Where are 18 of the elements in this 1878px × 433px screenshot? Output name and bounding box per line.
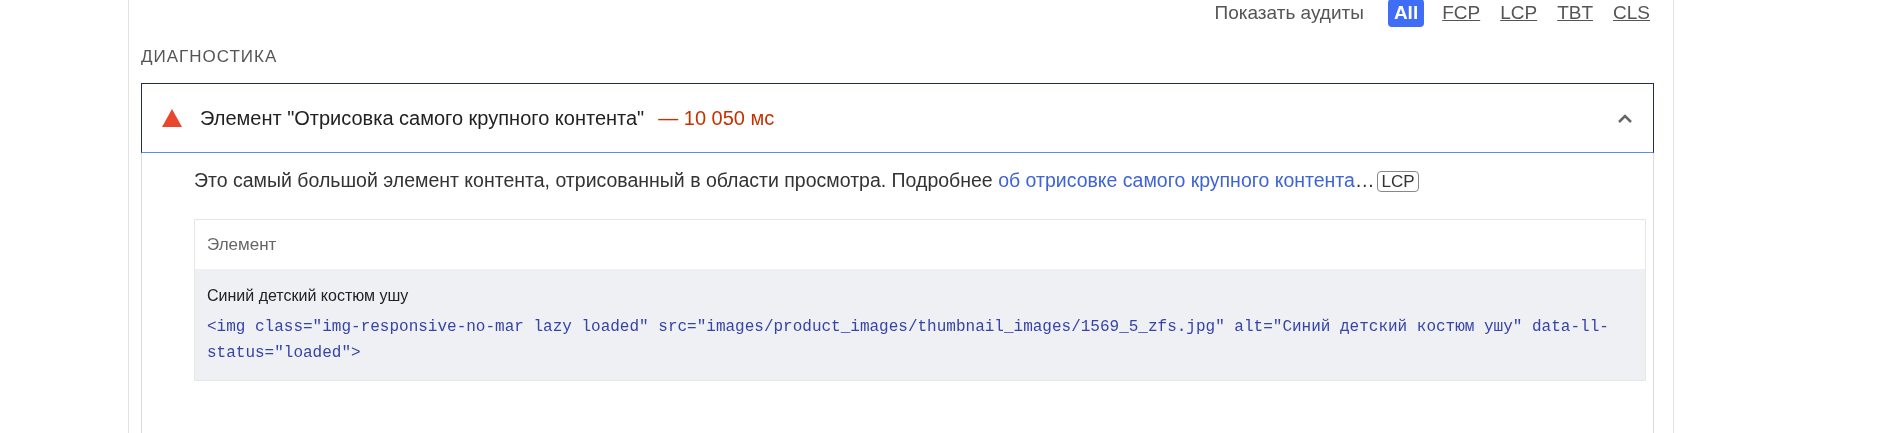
element-label: Синий детский костюм ушу [207, 285, 410, 306]
chevron-icon [1617, 112, 1633, 123]
section-title: ДИАГНОСТИКА [141, 46, 279, 68]
filter-chip[interactable]: All [1387, 0, 1425, 28]
element-snippet: <img class="img-responsive-no-mar lazy loaded" src="images/product_images/thumbnail_images/1569_5_zfs.jpg" alt="Синий детский костюм ушу" data-ll-status="loaded"> [207, 316, 1610, 364]
learn-more-link[interactable]: об отрисовке самого крупного контента [998, 168, 1355, 191]
warning-icon [162, 108, 182, 127]
audit-value: — 10 050 мс [658, 105, 775, 131]
filter-chip[interactable]: LCP [1498, 0, 1540, 28]
filter-label: Показать аудиты [1214, 0, 1364, 25]
lcp-tag: LCP [1377, 170, 1419, 192]
audit-title: Элемент "Отрисовка самого крупного контента" [200, 105, 645, 131]
audit-header[interactable]: Элемент "Отрисовка самого крупного контента" — 10 050 мс [141, 82, 1654, 153]
filter-chip[interactable]: TBT [1555, 0, 1596, 28]
audit-description: Это самый большой элемент контента, отрисованный в области просмотра. Подробнее об отрисовке самого крупного контента… LCP [194, 152, 1645, 195]
filter-chip[interactable]: FCP [1440, 0, 1483, 28]
filter-chip[interactable]: CLS [1611, 0, 1652, 28]
column-header: Элемент [206, 233, 278, 256]
